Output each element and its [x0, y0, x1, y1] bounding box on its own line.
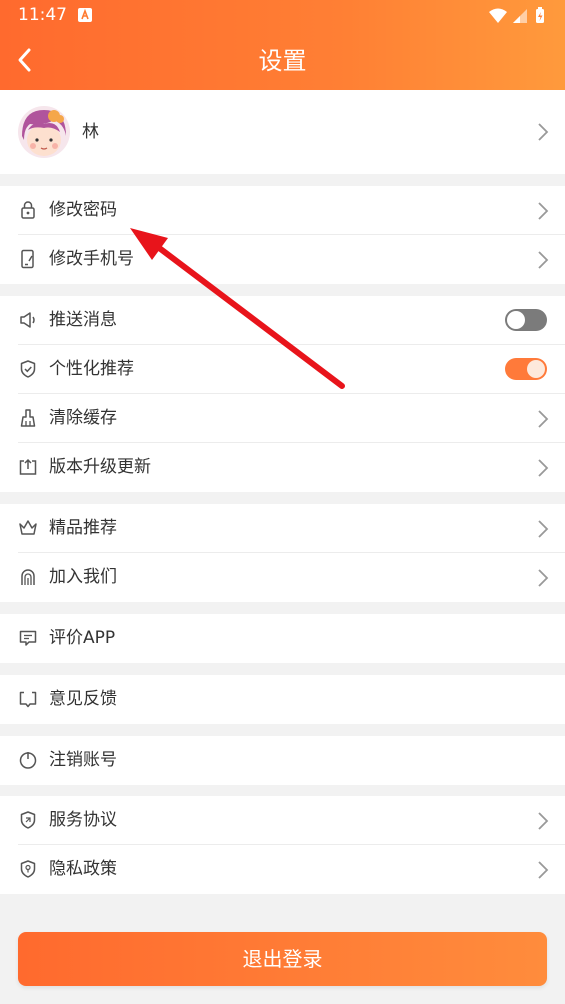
status-bar: 11:47 — [0, 0, 565, 30]
change-phone-item[interactable]: 修改手机号 — [0, 235, 565, 284]
version-update-label: 版本升级更新 — [49, 457, 151, 477]
legal-section: 服务协议 隐私政策 — [0, 796, 565, 894]
upload-box-icon — [19, 458, 37, 475]
privacy-policy-item[interactable]: 隐私政策 — [0, 845, 565, 894]
profile-name: 林 — [82, 122, 99, 142]
service-agreement-label: 服务协议 — [49, 810, 117, 830]
fingerprint-icon — [21, 569, 35, 585]
wifi-icon — [489, 8, 507, 23]
rate-app-item[interactable]: 评价APP — [0, 614, 565, 663]
crown-icon — [19, 520, 37, 535]
logout-button[interactable]: 退出登录 — [18, 932, 547, 986]
power-icon — [19, 752, 37, 769]
featured-recommend-item[interactable]: 精品推荐 — [0, 504, 565, 553]
chevron-right-icon — [538, 861, 549, 879]
shield-check-icon — [20, 360, 36, 378]
push-notification-toggle[interactable] — [505, 309, 547, 331]
personalized-recommend-toggle[interactable] — [505, 358, 547, 380]
phone-edit-icon — [21, 249, 34, 269]
status-time: 11:47 — [18, 5, 67, 25]
clear-cache-item[interactable]: 清除缓存 — [0, 394, 565, 443]
feedback-item[interactable]: 意见反馈 — [0, 675, 565, 724]
header: 11:47 设置 — [0, 0, 565, 90]
personalized-recommend-label: 个性化推荐 — [49, 359, 134, 379]
change-password-label: 修改密码 — [49, 200, 117, 220]
account-section: 修改密码 修改手机号 — [0, 186, 565, 284]
clear-cache-label: 清除缓存 — [49, 408, 117, 428]
chevron-right-icon — [538, 520, 549, 538]
page-title: 设置 — [258, 47, 307, 75]
notification-icon — [78, 8, 92, 22]
toggle-knob — [527, 360, 545, 378]
feedback-section: 意见反馈 — [0, 675, 565, 724]
chevron-right-icon — [538, 410, 549, 428]
change-password-item[interactable]: 修改密码 — [0, 186, 565, 235]
avatar[interactable] — [18, 106, 70, 158]
rate-app-label: 评价APP — [49, 628, 116, 648]
broom-icon — [20, 409, 36, 427]
change-phone-label: 修改手机号 — [49, 249, 134, 269]
push-notification-item: 推送消息 — [0, 296, 565, 345]
personalized-recommend-item: 个性化推荐 — [0, 345, 565, 394]
feedback-icon — [19, 691, 37, 708]
speaker-icon — [20, 312, 35, 328]
privacy-policy-label: 隐私政策 — [49, 859, 117, 879]
chevron-right-icon — [538, 812, 549, 830]
chevron-right-icon — [538, 459, 549, 477]
featured-recommend-label: 精品推荐 — [49, 518, 117, 538]
rate-section: 评价APP — [0, 614, 565, 663]
join-us-item[interactable]: 加入我们 — [0, 553, 565, 602]
deregister-section: 注销账号 — [0, 736, 565, 785]
deregister-account-item[interactable]: 注销账号 — [0, 736, 565, 785]
deregister-account-label: 注销账号 — [49, 750, 117, 770]
service-shield-icon — [20, 811, 36, 829]
toggle-knob — [507, 311, 525, 329]
chevron-right-icon — [538, 569, 549, 587]
chevron-right-icon — [538, 123, 549, 141]
lock-icon — [21, 201, 35, 219]
status-icons — [489, 7, 544, 23]
comment-icon — [19, 630, 37, 646]
chevron-right-icon — [538, 251, 549, 269]
join-us-label: 加入我们 — [49, 567, 117, 587]
privacy-shield-icon — [20, 860, 36, 878]
push-notification-label: 推送消息 — [49, 310, 117, 330]
feedback-label: 意见反馈 — [49, 689, 117, 709]
chevron-right-icon — [538, 202, 549, 220]
settings-section: 推送消息 个性化推荐 清除缓存 版本升级更新 — [0, 296, 565, 492]
extra-section: 精品推荐 加入我们 — [0, 504, 565, 602]
service-agreement-item[interactable]: 服务协议 — [0, 796, 565, 845]
version-update-item[interactable]: 版本升级更新 — [0, 443, 565, 492]
